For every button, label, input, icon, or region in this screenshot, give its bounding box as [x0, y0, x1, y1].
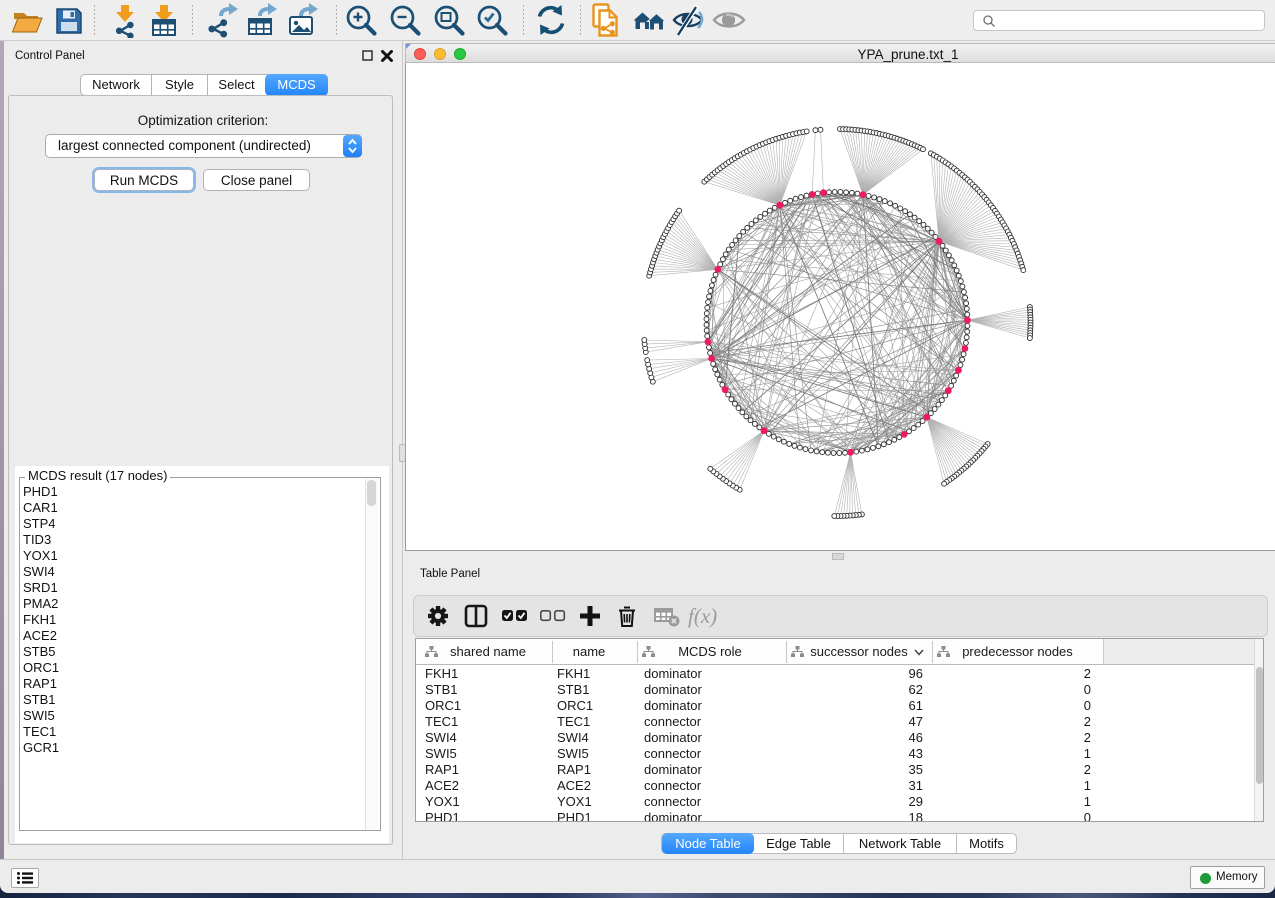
svg-text:f(x): f(x): [688, 605, 717, 628]
